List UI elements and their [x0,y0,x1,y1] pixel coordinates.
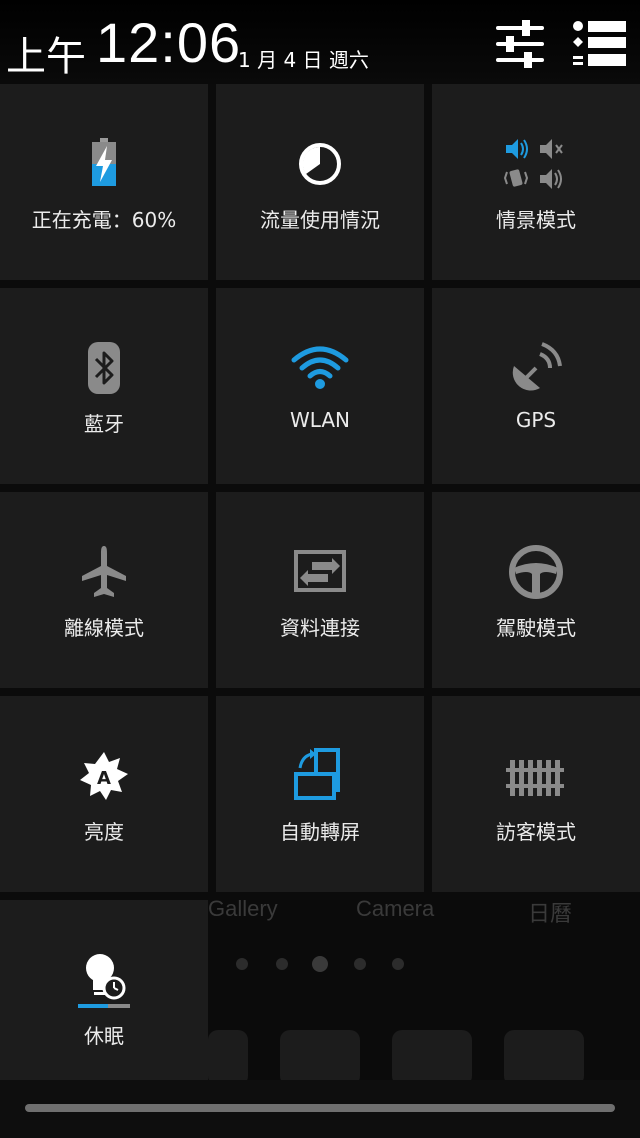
drag-handle[interactable] [25,1104,615,1112]
tile-label: 自動轉屏 [280,820,360,844]
bg-app-label: Camera [356,896,435,921]
auto-rotate-icon [294,748,340,800]
tile-label: 流量使用情況 [260,208,380,232]
tile-label: 訪客模式 [496,820,576,844]
data-connection-icon [294,550,346,592]
bg-app-label: 日曆 [528,901,573,926]
svg-text:A: A [97,768,111,789]
tile-label: 情景模式 [496,208,576,232]
bg-app-icon [392,1030,472,1086]
bg-app-label: Gallery [208,896,278,921]
clock[interactable]: 12:06 [96,10,241,75]
tile-brightness[interactable]: A 亮度 [0,696,208,892]
fence-icon [506,760,564,796]
bluetooth-icon [88,342,120,394]
ampm-label: 上午 [6,34,86,80]
sound-profile-icon [504,139,563,189]
tile-label: WLAN [289,408,351,432]
tile-data-usage[interactable]: 流量使用情況 [216,84,424,280]
bg-app-icon [280,1030,360,1086]
page-dot [276,958,288,970]
tile-label: 藍牙 [84,412,124,436]
notification-header: 上午 12:06 1 月 4 日 週六 [0,0,640,84]
date-label[interactable]: 1 月 4 日 週六 [238,44,369,73]
page-dot-active [312,956,328,972]
tile-label: 休眠 [84,1024,124,1048]
tile-label: 駕駛模式 [496,616,576,640]
bg-app-icon [208,1030,248,1086]
page-dot [236,958,248,970]
tile-battery[interactable]: 正在充電：60% [0,84,208,280]
notifications-list-button[interactable] [572,18,626,70]
wifi-icon [291,346,349,389]
sliders-icon [496,20,544,68]
list-icon [573,21,626,66]
steering-wheel-icon [509,545,563,599]
settings-button[interactable] [494,18,546,70]
tile-data-connection[interactable]: 資料連接 [216,492,424,688]
page-dot [354,958,366,970]
tile-label: 正在充電：60% [31,208,177,232]
tile-label: 資料連接 [280,616,360,640]
tile-airplane[interactable]: 離線模式 [0,492,208,688]
battery-charging-icon [92,138,116,186]
brightness-auto-icon: A [80,752,128,800]
airplane-icon [82,546,126,597]
tile-label: GPS [515,408,557,432]
data-usage-icon [299,143,341,185]
tile-guest-mode[interactable]: 訪客模式 [432,696,640,892]
tile-gps[interactable]: GPS [432,288,640,484]
gps-icon [512,342,562,391]
bg-app-icon [504,1030,584,1086]
sleep-icon [78,954,130,1008]
tile-auto-rotate[interactable]: 自動轉屏 [216,696,424,892]
tile-label: 離線模式 [64,616,144,640]
tile-sleep[interactable]: 休眠 [0,900,208,1096]
tile-driving-mode[interactable]: 駕駛模式 [432,492,640,688]
tile-sound-profile[interactable]: 情景模式 [432,84,640,280]
tile-label: 亮度 [84,820,124,844]
page-dot [392,958,404,970]
tile-bluetooth[interactable]: 藍牙 [0,288,208,484]
tile-wlan[interactable]: WLAN [216,288,424,484]
